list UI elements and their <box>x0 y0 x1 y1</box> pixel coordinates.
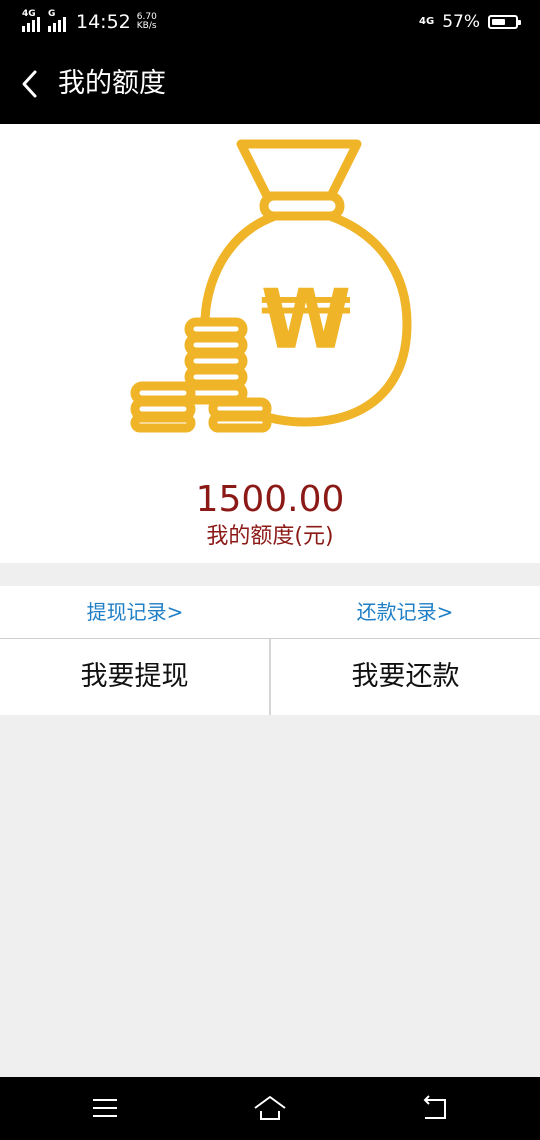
repay-records-link[interactable]: 还款记录> <box>270 586 540 638</box>
action-buttons: 我要提现 我要还款 <box>0 639 540 715</box>
app-header: 我的额度 <box>0 44 540 124</box>
menu-icon <box>93 1099 117 1117</box>
system-nav-bar <box>0 1077 540 1140</box>
withdraw-button[interactable]: 我要提现 <box>0 639 269 715</box>
status-left: 4G G 14:52 6.70 KB/s <box>22 8 157 36</box>
status-right: 4G 57% <box>419 8 521 36</box>
signal-icon-2: G <box>48 9 70 32</box>
chevron-left-icon <box>22 70 37 98</box>
status-bar: 4G G 14:52 6.70 KB/s 4G 57% <box>0 0 540 44</box>
record-links: 提现记录> 还款记录> <box>0 586 540 639</box>
home-icon <box>254 1096 286 1120</box>
currency-symbol: ₩ <box>261 273 351 368</box>
menu-button[interactable] <box>87 1091 123 1125</box>
home-button[interactable] <box>252 1091 288 1125</box>
nav-back-button[interactable] <box>417 1091 453 1125</box>
battery-icon <box>488 15 521 29</box>
network-type-1: 4G <box>22 9 36 19</box>
signal-icon: 4G <box>22 9 44 32</box>
credit-summary: ₩ 1500.00 我的额度(元) <box>0 124 540 563</box>
back-icon <box>423 1095 446 1119</box>
speed-unit: KB/s <box>136 21 157 31</box>
credit-amount: 1500.00 <box>195 479 345 520</box>
withdraw-records-link[interactable]: 提现记录> <box>0 586 270 638</box>
network-type-right: 4G <box>419 16 435 27</box>
network-type-2: G <box>48 9 56 19</box>
clock: 14:52 <box>76 11 131 33</box>
page-title: 我的额度 <box>58 68 166 99</box>
money-bag-icon: ₩ <box>130 139 412 433</box>
back-button[interactable] <box>16 66 46 102</box>
battery-percent: 57% <box>442 12 480 32</box>
repay-button[interactable]: 我要还款 <box>271 639 540 715</box>
credit-amount-label: 我的额度(元) <box>206 524 334 549</box>
network-speed: 6.70 KB/s <box>137 13 157 31</box>
